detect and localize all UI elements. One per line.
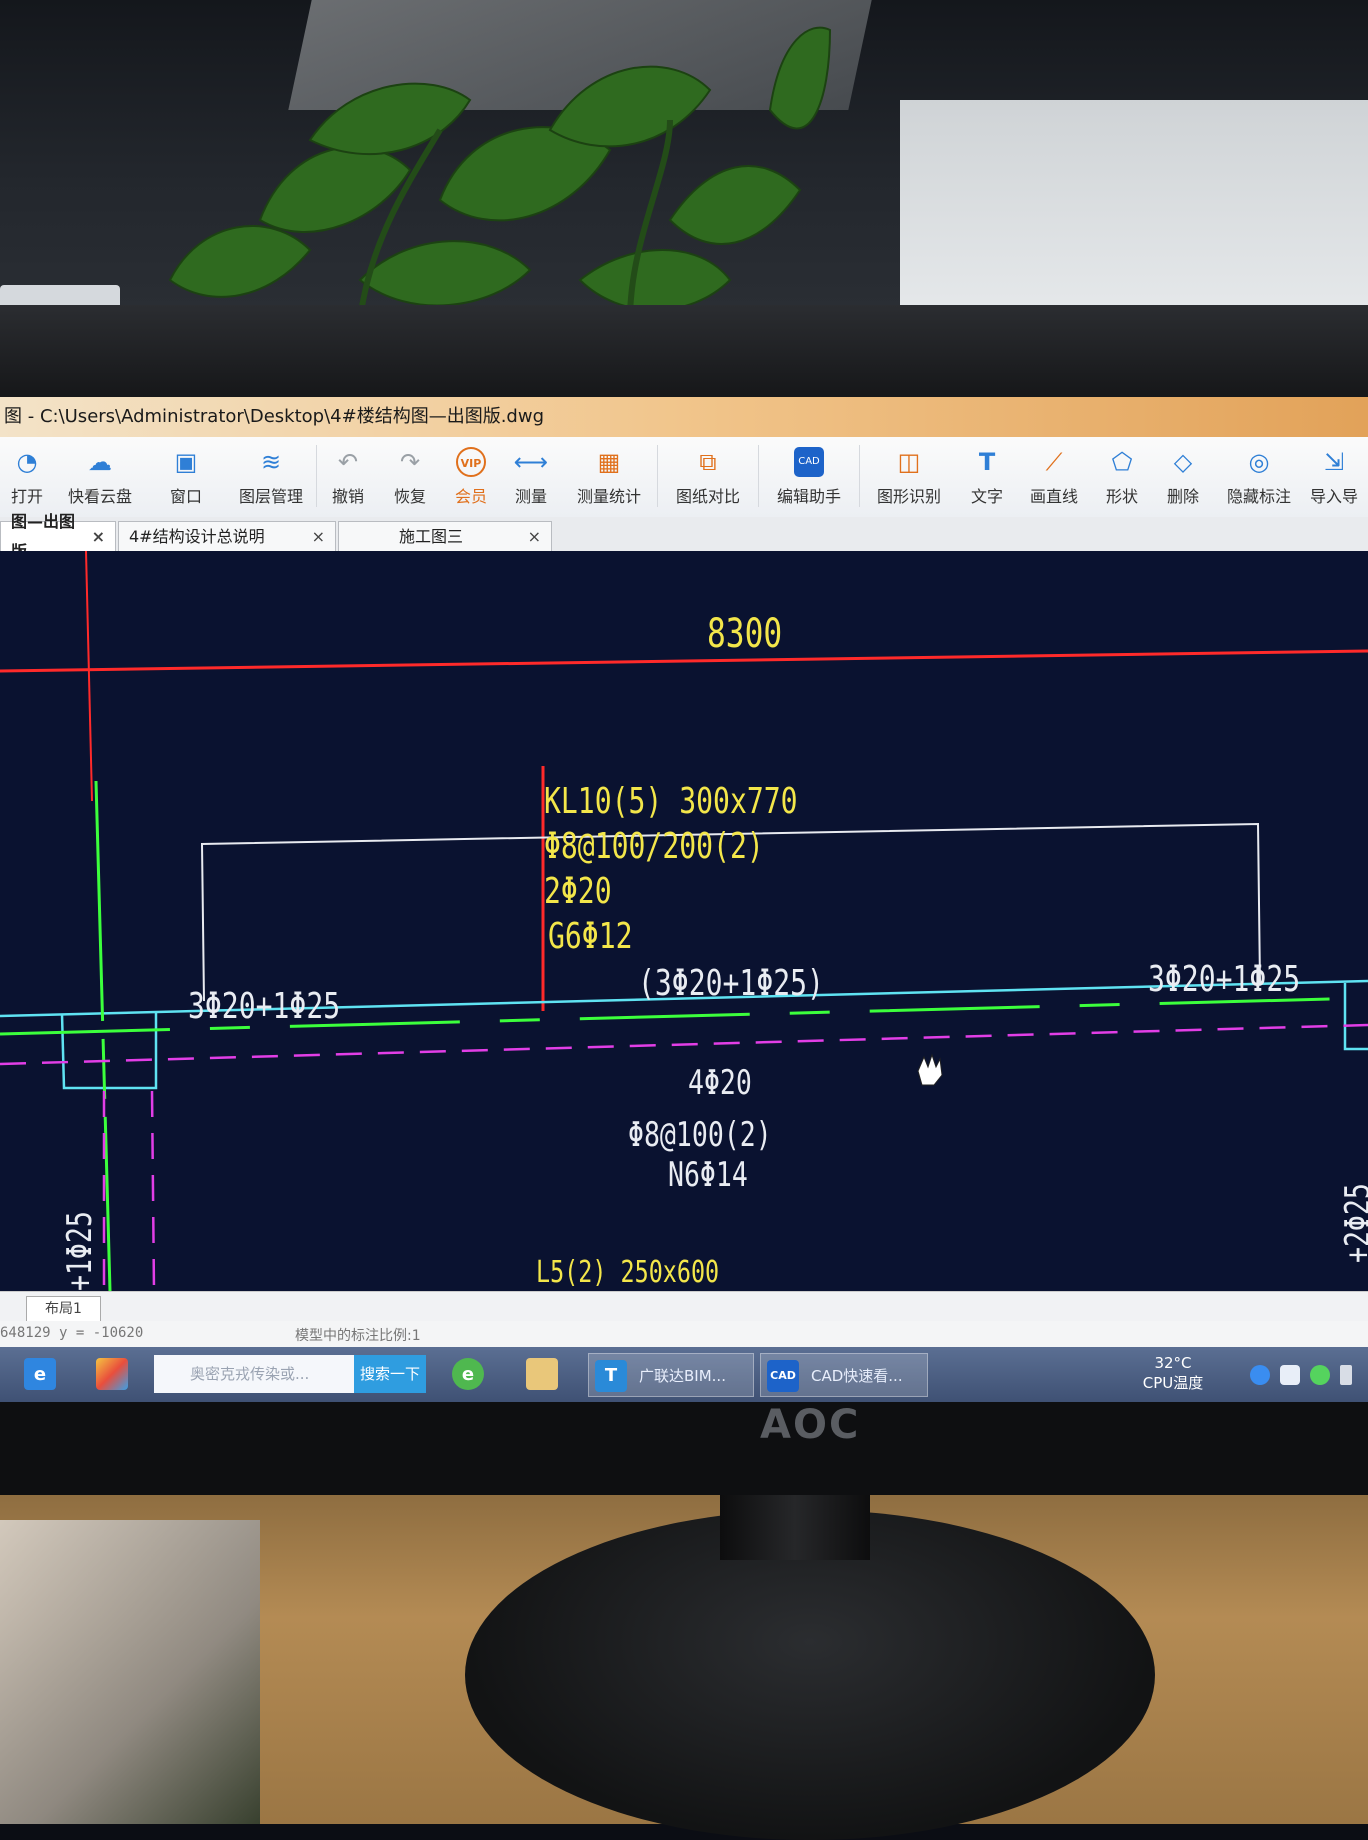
main-toolbar: ◔ 打开 ☁ 快看云盘 ▣ 窗口 ≋ 图层管理 ↶ 撤销 ↷ 恢复 VIP 会员 <box>0 437 1368 517</box>
layout-tab-1[interactable]: 布局1 <box>26 1296 101 1322</box>
ie-icon[interactable]: e <box>24 1358 56 1390</box>
folder-icon[interactable] <box>526 1358 558 1390</box>
shield-icon[interactable] <box>1280 1365 1300 1385</box>
close-icon[interactable]: × <box>312 522 325 552</box>
top-bars-label: 2Φ20 <box>544 871 612 912</box>
browser-icon[interactable]: e <box>452 1358 484 1390</box>
dimension-label: 8300 <box>707 611 783 657</box>
cut-off-label: L5(2) 250x600 <box>536 1255 720 1287</box>
cpu-temperature: 32°C CPU温度 <box>1142 1354 1204 1392</box>
app-launcher-icon[interactable] <box>96 1358 128 1390</box>
document-tabs: 图—出图版 × 4#结构设计总说明 × 施工图三 × <box>0 512 1368 561</box>
tab-construction-3[interactable]: 施工图三 × <box>338 521 552 551</box>
hide-annotation-icon: ◎ <box>1248 448 1270 476</box>
redo-icon: ↷ <box>399 448 421 476</box>
edit-helper-icon: CAD <box>792 445 826 479</box>
undo-button[interactable]: ↶ 撤销 <box>317 437 379 517</box>
compare-icon: ⧉ <box>699 448 717 476</box>
cad-icon: CAD <box>767 1360 799 1392</box>
search-input[interactable]: 奥密克戎传染或... <box>154 1355 354 1393</box>
browser-tray-icon[interactable] <box>1250 1365 1270 1385</box>
measure-icon: ⟷ <box>513 448 549 476</box>
cloud-disk-button[interactable]: ☁ 快看云盘 <box>54 437 146 517</box>
monitor-brand-logo: AOC <box>760 1402 861 1448</box>
taskbar: e 奥密克戎传染或... 搜索一下 e T 广联达BIM... CAD CAD快… <box>0 1347 1368 1402</box>
window-button[interactable]: ▣ 窗口 <box>146 437 226 517</box>
stirrup-label: Φ8@100/200(2) <box>544 826 764 867</box>
status-bar: 648129 y = -10620 模型中的标注比例:1 <box>0 1321 1368 1347</box>
window-title: 图 - C:\Users\Administrator\Desktop\4#楼结构… <box>4 406 544 427</box>
measure-stats-button[interactable]: ▦ 测量统计 <box>561 437 657 517</box>
undo-icon: ↶ <box>337 448 359 476</box>
bottom-bars-label: 4Φ20 <box>688 1063 752 1103</box>
text-icon: T <box>978 448 996 476</box>
papers-on-desk <box>0 1520 260 1824</box>
layer-manager-button[interactable]: ≋ 图层管理 <box>226 437 316 517</box>
redo-button[interactable]: ↷ 恢复 <box>379 437 441 517</box>
shape-button[interactable]: ⬠ 形状 <box>1092 437 1152 517</box>
eraser-icon: ◇ <box>1173 448 1193 476</box>
measure-button[interactable]: ⟷ 测量 <box>501 437 561 517</box>
shape-icon: ⬠ <box>1111 448 1133 476</box>
layers-icon: ≋ <box>260 448 282 476</box>
coordinate-readout: 648129 y = -10620 <box>0 1325 144 1341</box>
taskbar-app-cad[interactable]: CAD CAD快速看... <box>760 1353 928 1397</box>
bottom-side-label: N6Φ14 <box>668 1155 748 1195</box>
close-icon[interactable]: × <box>92 522 105 552</box>
layout-tabs: 布局1 <box>0 1291 1368 1322</box>
taskbar-app-glodon[interactable]: T 广联达BIM... <box>588 1353 754 1397</box>
import-icon: ⇲ <box>1323 448 1345 476</box>
right-support-label: 3Φ20+1Φ25 <box>1148 959 1301 1000</box>
tab-drawing-main[interactable]: 图—出图版 × <box>0 512 116 561</box>
monitor-bezel-top <box>0 305 1368 397</box>
tab-design-notes[interactable]: 4#结构设计总说明 × <box>118 521 336 551</box>
import-button[interactable]: ⇲ 导入导 <box>1304 437 1364 517</box>
drawing-compare-button[interactable]: ⧉ 图纸对比 <box>658 437 758 517</box>
volume-icon[interactable] <box>1340 1365 1352 1385</box>
screen: 图 - C:\Users\Administrator\Desktop\4#楼结构… <box>0 397 1368 1402</box>
beam-label: KL10(5) 300x770 <box>544 781 798 822</box>
side-bars-label: G6Φ12 <box>548 916 633 957</box>
open-icon: ◔ <box>16 448 38 476</box>
shape-recognize-icon: ◫ <box>897 448 921 476</box>
wall-background <box>900 100 1368 320</box>
mid-support-label: (3Φ20+1Φ25) <box>638 963 824 1004</box>
open-button[interactable]: ◔ 打开 <box>0 437 54 517</box>
system-tray: 32°C CPU温度 <box>1128 1347 1368 1402</box>
window-icon: ▣ <box>174 448 198 476</box>
search-button[interactable]: 搜索一下 <box>354 1355 426 1393</box>
glodon-icon: T <box>595 1360 627 1392</box>
vip-button[interactable]: VIP 会员 <box>441 437 501 517</box>
hide-annotation-button[interactable]: ◎ 隐藏标注 <box>1214 437 1304 517</box>
annotation-scale: 模型中的标注比例:1 <box>295 1328 421 1344</box>
vertical-left-label: +1Φ25 <box>60 1211 100 1291</box>
vip-icon: VIP <box>454 445 488 479</box>
delete-button[interactable]: ◇ 删除 <box>1152 437 1214 517</box>
edit-helper-button[interactable]: CAD 编辑助手 <box>759 437 859 517</box>
left-support-label: 3Φ20+1Φ25 <box>188 986 341 1027</box>
bottom-stirrup-label: Φ8@100(2) <box>628 1115 772 1155</box>
wechat-icon[interactable] <box>1310 1365 1330 1385</box>
shape-recognize-button[interactable]: ◫ 图形识别 <box>860 437 958 517</box>
window-title-bar: 图 - C:\Users\Administrator\Desktop\4#楼结构… <box>0 397 1368 437</box>
close-icon[interactable]: × <box>528 522 541 552</box>
cloud-icon: ☁ <box>88 448 112 476</box>
measure-stats-icon: ▦ <box>597 448 621 476</box>
plant-leaves <box>168 26 832 320</box>
drawing-canvas[interactable]: 8300 KL10(5) 300x770 Φ8@100/200(2) 2Φ20 … <box>0 551 1368 1291</box>
draw-line-button[interactable]: ⟋ 画直线 <box>1016 437 1092 517</box>
vertical-right-label: +2Φ25 <box>1338 1183 1368 1263</box>
text-button[interactable]: T 文字 <box>958 437 1016 517</box>
line-icon: ⟋ <box>1045 448 1063 476</box>
